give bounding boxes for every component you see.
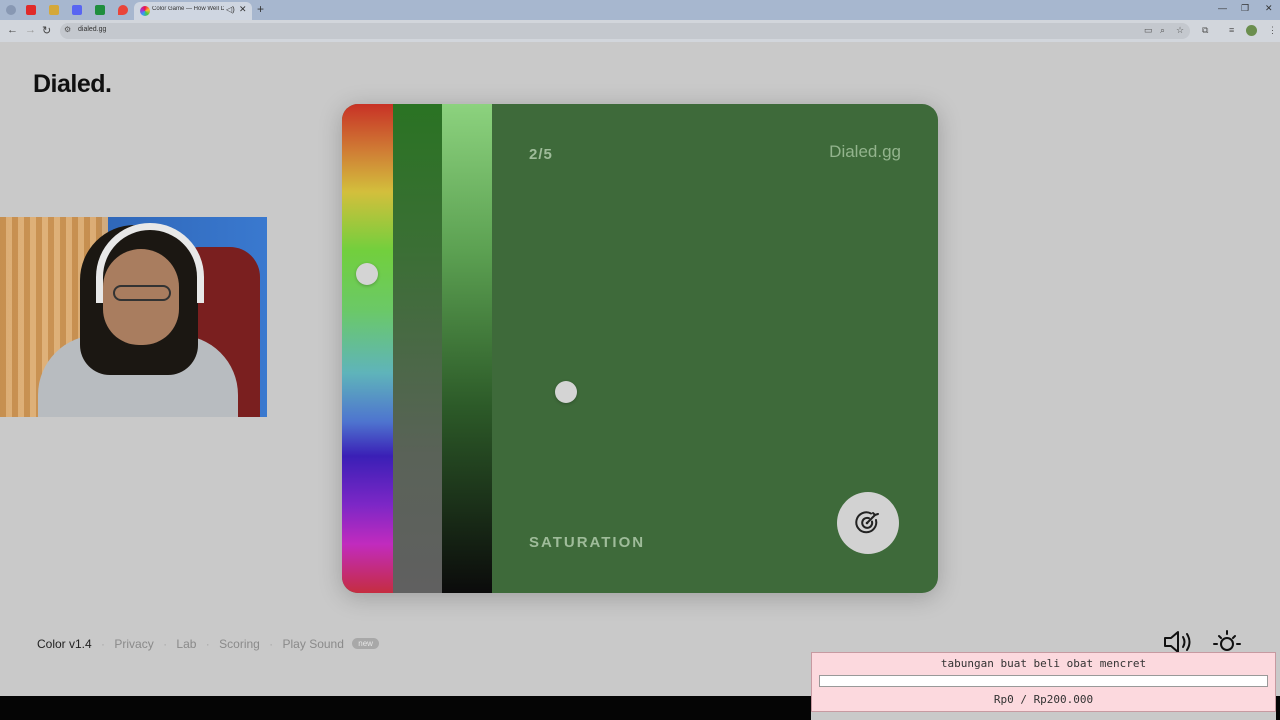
privacy-link[interactable]: Privacy <box>114 637 153 651</box>
tab-color-game[interactable]: Color Game — How Well D ◁) ✕ <box>134 2 252 20</box>
maximize-button[interactable]: ❐ <box>1241 3 1249 14</box>
extensions-icon[interactable]: ⧉ <box>1202 25 1208 36</box>
footer-nav: Color v1.4 · Privacy · Lab · Scoring · P… <box>37 636 379 651</box>
reading-list-icon[interactable]: ≡ <box>1229 25 1234 35</box>
close-window-button[interactable]: ✕ <box>1265 3 1273 14</box>
youtube-tab-icon[interactable] <box>26 5 36 15</box>
new-badge: new <box>352 638 379 650</box>
donation-goal-widget: tabungan buat beli obat mencret Rp0 / Rp… <box>811 652 1276 712</box>
tab-list-icon[interactable] <box>6 5 16 15</box>
minimize-button[interactable]: — <box>1218 3 1227 13</box>
lab-link[interactable]: Lab <box>176 637 196 651</box>
stream-bottom-bar <box>0 696 811 720</box>
brightness-slider-handle[interactable] <box>555 381 577 403</box>
browser-toolbar: ← → ↻ ⚙ dialed.gg ▭ ⌕ ☆ ⧉ ≡ ⋮ <box>0 20 1280 42</box>
reload-button[interactable]: ↻ <box>42 24 51 37</box>
separator: · <box>163 636 168 651</box>
play-sound-link[interactable]: Play Sound <box>283 637 344 651</box>
browser-tab-bar: Color Game — How Well D ◁) ✕ + — ❐ ✕ <box>0 0 1280 20</box>
color-game-card: 2/5 Dialed.gg SATURATION <box>342 104 938 593</box>
cast-icon[interactable]: ▭ <box>1144 25 1153 36</box>
bookmark-star-icon[interactable]: ☆ <box>1176 25 1184 36</box>
stage-label: SATURATION <box>529 534 646 551</box>
donation-progress-bar <box>819 675 1268 687</box>
hue-slider-handle[interactable] <box>356 263 378 285</box>
donation-amount: Rp0 / Rp200.000 <box>993 693 1094 706</box>
separator: · <box>269 636 274 651</box>
site-logo[interactable]: Dialed. <box>33 70 112 99</box>
profile-avatar[interactable] <box>1246 25 1257 36</box>
tab-title: Color Game — How Well D <box>152 6 224 12</box>
separator: · <box>205 636 210 651</box>
webcam-overlay <box>0 217 267 417</box>
url-text[interactable]: dialed.gg <box>78 26 106 33</box>
color-game-favicon <box>140 6 150 16</box>
spreadsheet-tab-icon[interactable] <box>95 5 105 15</box>
scoring-link[interactable]: Scoring <box>219 637 260 651</box>
forward-button[interactable]: → <box>25 24 36 36</box>
saturation-slider[interactable] <box>393 104 478 593</box>
tab-audio-icon[interactable]: ◁) <box>226 5 235 14</box>
pinned-tab-icon[interactable] <box>49 5 59 15</box>
tab-close-icon[interactable]: ✕ <box>239 4 247 15</box>
zoom-icon[interactable]: ⌕ <box>1160 25 1165 36</box>
card-brand: Dialed.gg <box>829 142 901 161</box>
new-tab-button[interactable]: + <box>257 2 264 16</box>
separator: · <box>101 636 106 651</box>
back-button[interactable]: ← <box>7 24 18 36</box>
stream-bottom-bar-edge <box>1276 696 1280 720</box>
brightness-slider[interactable] <box>442 104 577 593</box>
hue-slider[interactable] <box>342 104 393 593</box>
donation-goal-title: tabungan buat beli obat mencret <box>940 657 1147 670</box>
browser-menu-icon[interactable]: ⋮ <box>1268 25 1277 36</box>
version-label: Color v1.4 <box>37 636 92 651</box>
address-bar[interactable]: ⚙ dialed.gg <box>60 23 1190 39</box>
submit-guess-button[interactable] <box>837 492 899 554</box>
target-icon <box>855 511 879 534</box>
maps-tab-icon[interactable] <box>118 5 128 15</box>
discord-tab-icon[interactable] <box>72 5 82 15</box>
site-info-icon[interactable]: ⚙ <box>64 25 71 34</box>
round-progress: 2/5 <box>529 146 553 163</box>
